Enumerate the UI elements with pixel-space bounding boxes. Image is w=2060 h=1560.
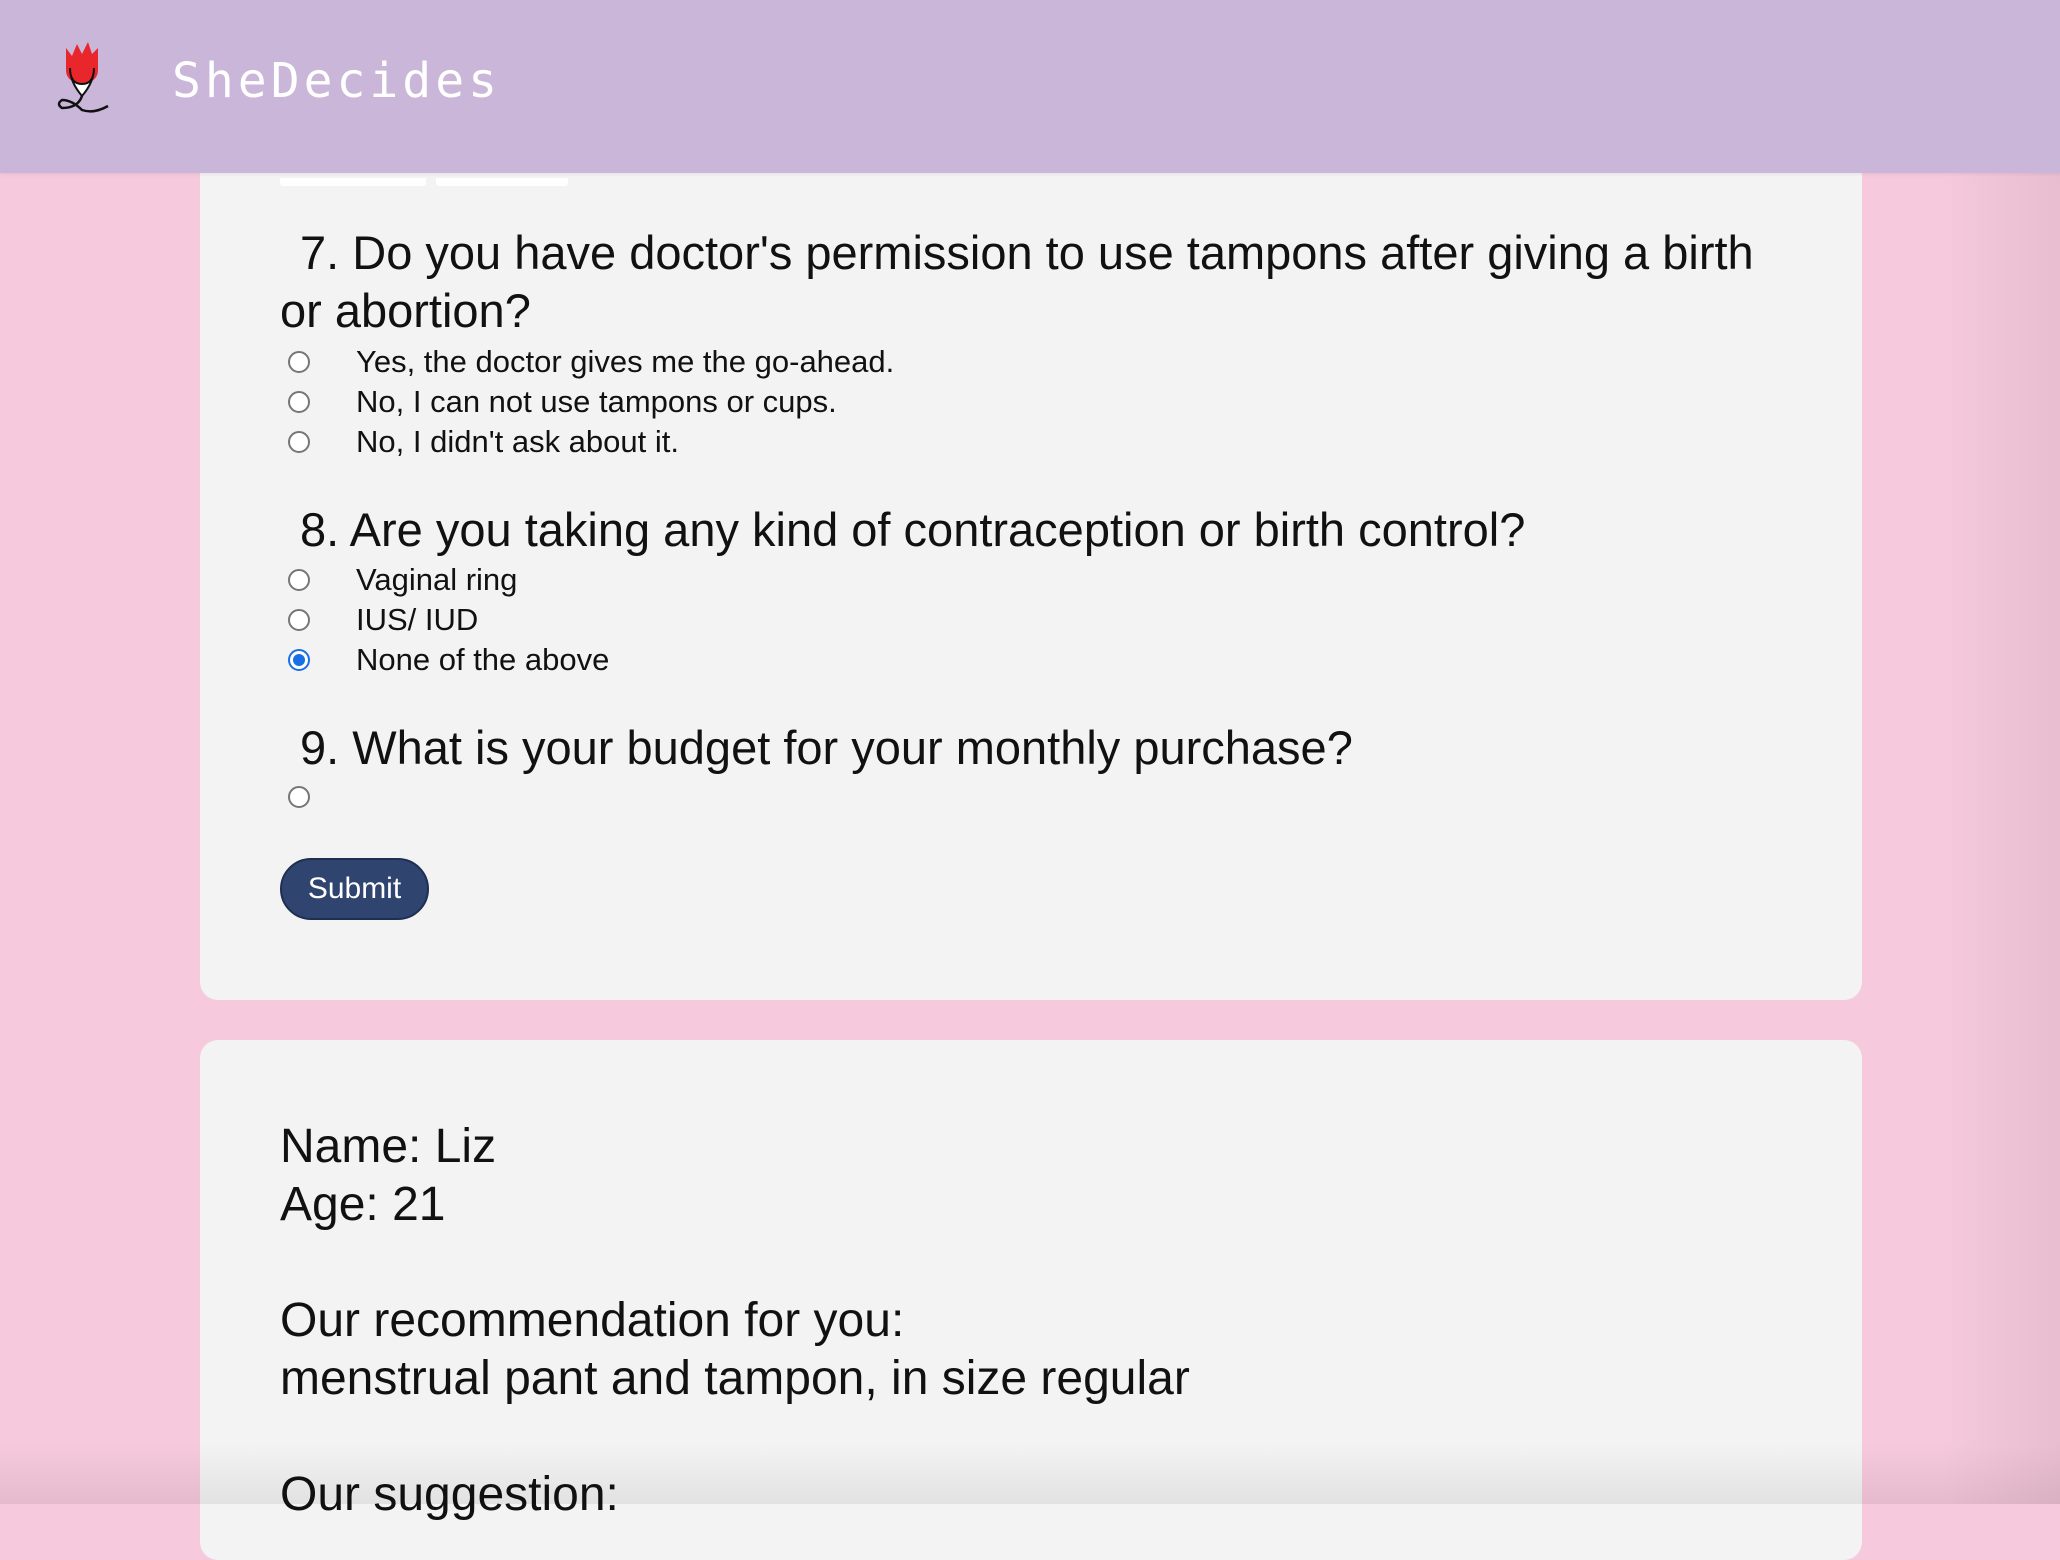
option-didnt-ask[interactable]: No, I didn't ask about it.: [288, 422, 894, 462]
previous-option-edge: [436, 178, 568, 186]
option-vaginal-ring[interactable]: Vaginal ring: [288, 560, 609, 600]
option-label: No, I can not use tampons or cups.: [356, 384, 837, 420]
quiz-card: 7. Do you have doctor's permission to us…: [200, 110, 1862, 1000]
result-card: Name: Liz Age: 21 Our recommendation for…: [200, 1040, 1862, 1560]
radio-button[interactable]: [288, 351, 310, 373]
question-text: What is your budget for your monthly pur…: [352, 721, 1353, 774]
question-7: 7. Do you have doctor's permission to us…: [280, 224, 1780, 340]
question-9: 9. What is your budget for your monthly …: [280, 719, 1780, 777]
brand-title[interactable]: SheDecides: [172, 48, 501, 114]
option-yes-go-ahead[interactable]: Yes, the doctor gives me the go-ahead.: [288, 342, 894, 382]
radio-button[interactable]: [288, 609, 310, 631]
radio-button-checked[interactable]: [288, 649, 310, 671]
submit-button[interactable]: Submit: [280, 858, 429, 920]
option-label: Vaginal ring: [356, 562, 517, 598]
option-label: Yes, the doctor gives me the go-ahead.: [356, 344, 894, 380]
option-ius-iud[interactable]: IUS/ IUD: [288, 600, 609, 640]
recommendation-text: menstrual pant and tampon, in size regul…: [280, 1350, 1190, 1408]
question-9-options: [288, 777, 356, 817]
question-8: 8. Are you taking any kind of contracept…: [280, 501, 1780, 559]
question-text: Are you taking any kind of contraception…: [350, 503, 1526, 556]
question-text: Do you have doctor's permission to use t…: [280, 226, 1754, 337]
radio-button[interactable]: [288, 391, 310, 413]
question-number: 9.: [300, 721, 339, 774]
tulip-logo-icon[interactable]: [52, 38, 112, 116]
option-no-cannot-use[interactable]: No, I can not use tampons or cups.: [288, 382, 894, 422]
recommendation-heading: Our recommendation for you:: [280, 1292, 904, 1350]
option-budget[interactable]: [288, 777, 356, 817]
result-name: Name: Liz: [280, 1118, 496, 1176]
option-none-of-the-above[interactable]: None of the above: [288, 640, 609, 680]
radio-button[interactable]: [288, 786, 310, 808]
question-8-options: Vaginal ring IUS/ IUD None of the above: [288, 560, 609, 680]
option-label: None of the above: [356, 642, 609, 678]
radio-button[interactable]: [288, 431, 310, 453]
option-label: IUS/ IUD: [356, 602, 478, 638]
result-age: Age: 21: [280, 1176, 445, 1234]
app-header: SheDecides: [0, 0, 2060, 173]
suggestion-heading: Our suggestion:: [280, 1466, 619, 1524]
question-7-options: Yes, the doctor gives me the go-ahead. N…: [288, 342, 894, 462]
right-shadow: [1940, 173, 2060, 1504]
radio-button[interactable]: [288, 569, 310, 591]
option-label: No, I didn't ask about it.: [356, 424, 679, 460]
question-number: 8.: [300, 503, 339, 556]
question-number: 7.: [300, 226, 339, 279]
previous-option-edge: [280, 178, 426, 186]
